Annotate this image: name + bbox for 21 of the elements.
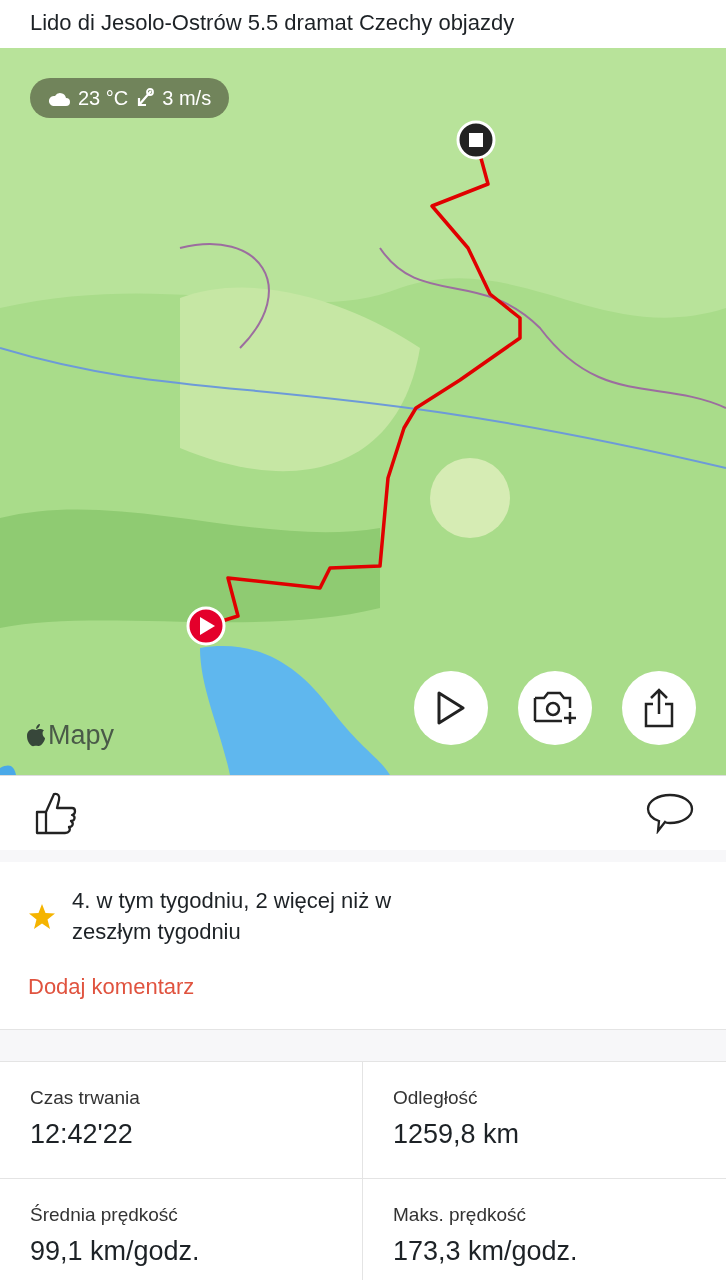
- share-icon: [643, 688, 675, 728]
- stat-label: Odległość: [393, 1085, 479, 1110]
- apple-logo-icon: [26, 722, 46, 747]
- stat-value: 173,3 km/godz.: [393, 1235, 579, 1269]
- stat-label: Średnia prędkość: [30, 1202, 179, 1227]
- wind-arrow-icon: [136, 88, 155, 108]
- comment-button[interactable]: [646, 792, 694, 834]
- camera-plus-icon: [532, 690, 578, 726]
- like-button[interactable]: [34, 790, 78, 836]
- play-icon: [436, 691, 466, 725]
- stat-label: Maks. prędkość: [393, 1202, 528, 1227]
- stat-label: Czas trwania: [30, 1085, 141, 1110]
- add-comment-link[interactable]: Dodaj komentarz: [28, 969, 195, 1003]
- stat-value: 99,1 km/godz.: [30, 1235, 201, 1269]
- stat-value: 1259,8 km: [393, 1118, 521, 1152]
- map-attribution: Mapy: [48, 718, 115, 752]
- temperature-text: 23 °C: [78, 86, 129, 111]
- wind-text: 3 m/s: [162, 86, 212, 111]
- stat-value: 12:42'22: [30, 1118, 134, 1152]
- activity-title: Lido di Jesolo-Ostrów 5.5 dramat Czechy objazdy: [29, 9, 516, 37]
- achievement-text: 4. w tym tygodniu, 2 więcej niż w zeszłym tygodniu: [72, 887, 393, 946]
